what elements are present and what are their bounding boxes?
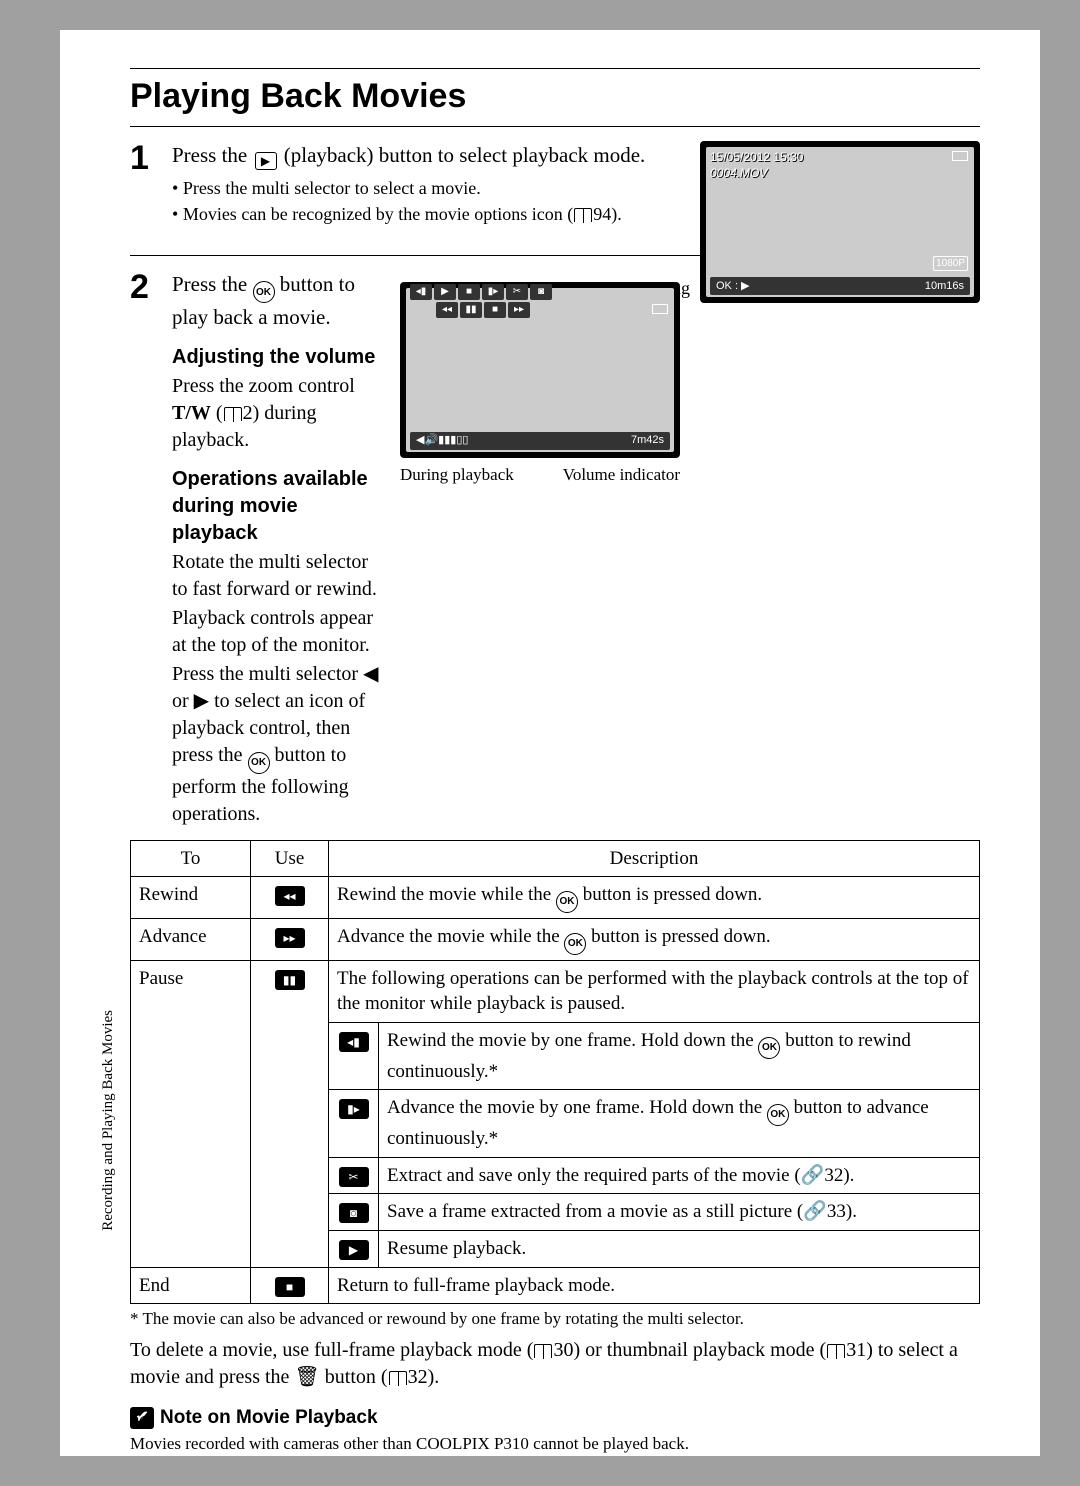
ref-icon: 🔗 — [803, 1201, 827, 1222]
playback-icon: ▶ — [255, 152, 277, 170]
adjusting-volume-heading: Adjusting the volume — [172, 344, 380, 371]
duration-text: 7m42s — [631, 433, 664, 448]
note-heading: ✔ Note on Movie Playback — [130, 1405, 980, 1431]
screen-illustration-2: Pausing ◂▮▶■▮▸✂◙ ◂◂▮▮■▸▸ ◀🔊▮▮▮▯▯7m42s Du… — [400, 282, 680, 487]
book-icon — [534, 1344, 552, 1358]
rewind-icon: ◂◂ — [275, 886, 305, 906]
footnote: * The movie can also be advanced or rewo… — [130, 1308, 980, 1331]
control-row-pause: ◂▮▶■▮▸✂◙ — [410, 284, 552, 300]
ok-icon: OK — [564, 933, 586, 955]
vol-indicator: ◀🔊▮▮▮▯▯ — [416, 433, 468, 448]
battery-icon — [652, 304, 668, 314]
scissors-icon: ✂ — [339, 1167, 369, 1187]
control-row-play: ◂◂▮▮■▸▸ — [436, 302, 530, 318]
table-row: Pause ▮▮ The following operations can be… — [131, 960, 980, 1022]
during-playback-label: During playback — [400, 464, 514, 487]
operations-heading: Operations available during movie playba… — [172, 466, 380, 547]
book-icon — [827, 1344, 845, 1358]
book-icon — [224, 407, 242, 421]
book-icon — [389, 1371, 407, 1385]
table-row: End ■ Return to full-frame playback mode… — [131, 1267, 980, 1304]
ref-icon: 🔗 — [801, 1165, 825, 1186]
play-icon: ▶ — [339, 1240, 369, 1260]
pause-icon: ▮▮ — [275, 970, 305, 990]
screen-illustration-1: 15/05/2012 15:30 0004.MOV 1080P OK : ▶10… — [700, 141, 980, 303]
left-arrow-icon: ◀ — [363, 663, 378, 685]
save-frame-icon: ◙ — [339, 1203, 369, 1223]
col-use: Use — [251, 840, 329, 877]
right-arrow-icon: ▶ — [194, 690, 209, 712]
frame-back-icon: ◂▮ — [339, 1032, 369, 1052]
bullet: Press the multi selector to select a mov… — [172, 176, 680, 200]
ok-icon: OK — [556, 891, 578, 913]
col-desc: Description — [329, 840, 980, 877]
table-row: Advance ▸▸ Advance the movie while the O… — [131, 918, 980, 960]
ok-icon: OK — [253, 281, 275, 303]
book-icon — [574, 208, 592, 222]
delete-text: To delete a movie, use full-frame playba… — [130, 1337, 980, 1391]
operations-table: To Use Description Rewind ◂◂ Rewind the … — [130, 840, 980, 1305]
ok-icon: OK — [758, 1037, 780, 1059]
duration-text: 10m16s — [925, 279, 964, 294]
stop-icon: ■ — [275, 1277, 305, 1297]
frame-fwd-icon: ▮▸ — [339, 1099, 369, 1119]
trash-icon: 🗑 — [294, 1366, 319, 1388]
ok-icon: OK — [767, 1104, 789, 1126]
note-body: Movies recorded with cameras other than … — [130, 1433, 980, 1456]
page-number: 96 — [130, 1412, 147, 1432]
bullet: Movies can be recognized by the movie op… — [172, 202, 680, 226]
step-1: 1 Press the ▶ (playback) button to selec… — [130, 141, 680, 229]
volume-indicator-label: Volume indicator — [563, 464, 680, 487]
step-2: 2 Press the OK button to play back a mov… — [130, 270, 380, 828]
resolution-badge: 1080P — [933, 256, 968, 272]
screen-filename: 0004.MOV — [710, 165, 767, 181]
page-title: Playing Back Movies — [130, 77, 980, 116]
advance-icon: ▸▸ — [275, 928, 305, 948]
ok-icon: OK — [248, 752, 270, 774]
battery-icon — [952, 151, 968, 161]
section-tab: Recording and Playing Back Movies — [100, 1010, 117, 1231]
col-to: To — [131, 840, 251, 877]
screen-date: 15/05/2012 15:30 — [710, 149, 803, 165]
table-row: Rewind ◂◂ Rewind the movie while the OK … — [131, 877, 980, 919]
